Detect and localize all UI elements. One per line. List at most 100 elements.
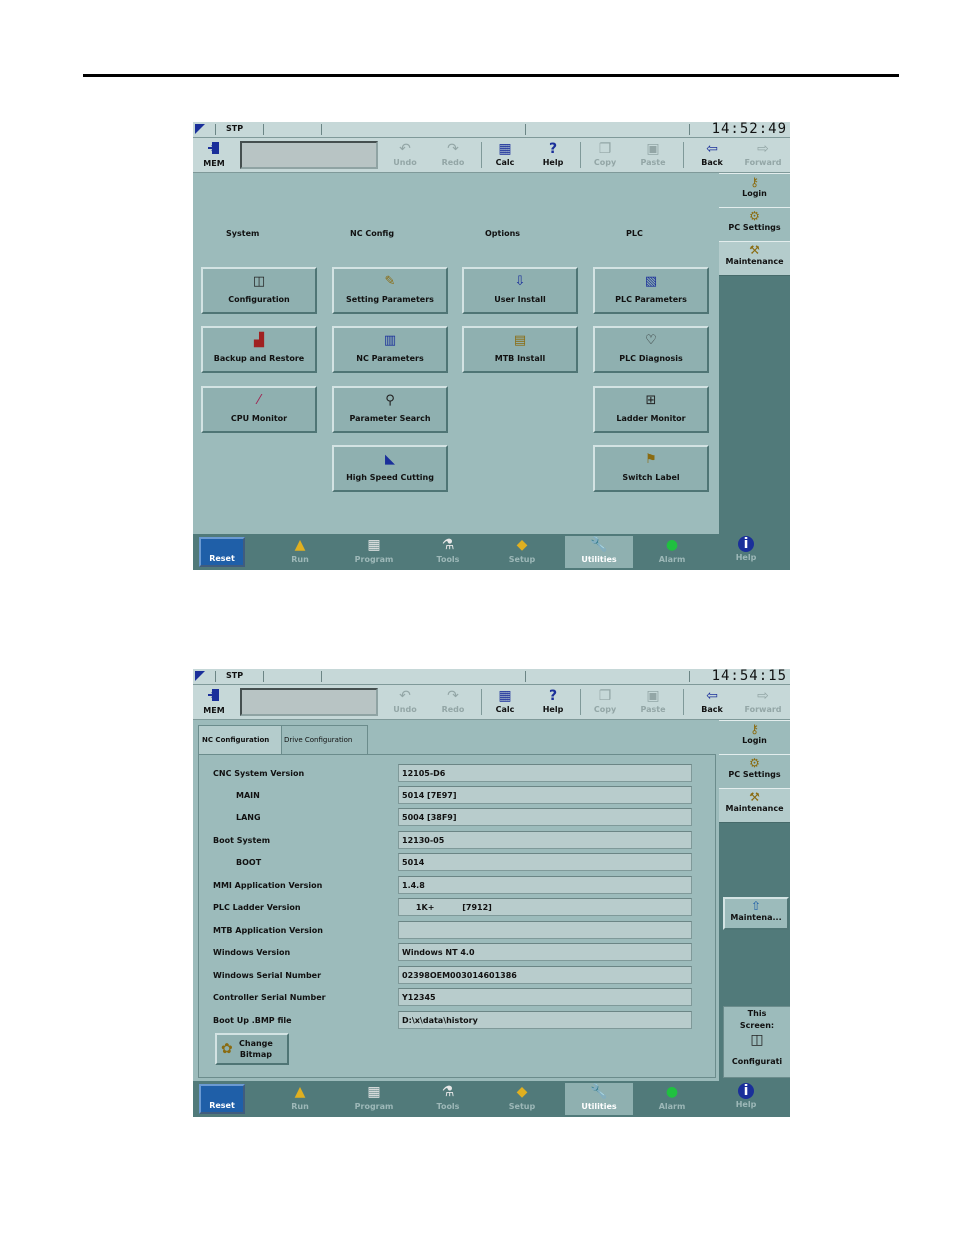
back-button[interactable]: ⇦ Back xyxy=(690,140,734,170)
setup-icon: ◆ xyxy=(516,1084,528,1100)
alarm-label: Alarm xyxy=(658,1102,686,1111)
status-divider xyxy=(321,671,322,682)
header-options: Options xyxy=(485,229,521,238)
row-value: 5004 [38F9] xyxy=(398,808,692,826)
login-button[interactable]: ⚷ Login xyxy=(719,720,790,755)
pen-icon: ✎ xyxy=(384,274,396,289)
reset-button[interactable]: Reset xyxy=(199,537,245,567)
magnifier-icon: ⚲ xyxy=(385,393,395,408)
nav-program[interactable]: ▦ Program xyxy=(343,1083,405,1115)
help-nav-label: Help xyxy=(735,553,757,562)
command-input[interactable] xyxy=(240,688,378,716)
nav-tools[interactable]: ⚗ Tools xyxy=(417,536,479,568)
tab-drive-configuration[interactable]: Drive Configuration xyxy=(280,725,368,754)
help-button[interactable]: ? Help xyxy=(531,140,575,170)
nav-program[interactable]: ▦ Program xyxy=(343,536,405,568)
plc-parameters-button[interactable]: ▧ PLC Parameters xyxy=(593,267,709,314)
mem-icon xyxy=(208,689,219,701)
high-speed-cutting-button[interactable]: ◣ High Speed Cutting xyxy=(332,445,448,492)
undo-button[interactable]: ↶ Undo xyxy=(383,140,427,170)
this-screen-label: This xyxy=(747,1009,767,1018)
login-button[interactable]: ⚷ Login xyxy=(719,173,790,208)
copy-button[interactable]: ❐ Copy xyxy=(583,687,627,717)
info-icon: i xyxy=(738,536,754,552)
mem-button[interactable]: MEM xyxy=(197,140,231,170)
redo-icon: ↷ xyxy=(447,688,459,704)
mem-label: MEM xyxy=(203,706,225,715)
forward-button[interactable]: ⇨ Forward xyxy=(741,687,785,717)
user-install-button[interactable]: ⇩ User Install xyxy=(462,267,578,314)
maintenance-up-button[interactable]: ⇧ Maintena... xyxy=(723,897,789,930)
row-label: Windows Serial Number xyxy=(213,971,322,980)
forward-button[interactable]: ⇨ Forward xyxy=(741,140,785,170)
setting-parameters-button[interactable]: ✎ Setting Parameters xyxy=(332,267,448,314)
change-bitmap-button[interactable]: ✿ Change Bitmap xyxy=(215,1033,289,1065)
nav-utilities[interactable]: 🔧 Utilities xyxy=(565,536,633,568)
switch-label-label: Switch Label xyxy=(622,473,680,482)
redo-button[interactable]: ↷ Redo xyxy=(431,687,475,717)
row-label: LANG xyxy=(236,813,261,822)
paste-button[interactable]: ▣ Paste xyxy=(631,140,675,170)
command-input[interactable] xyxy=(240,141,378,169)
calc-button[interactable]: ▦ Calc xyxy=(483,687,527,717)
ladder-icon: ⊞ xyxy=(645,393,657,408)
nav-help[interactable]: i Help xyxy=(715,1083,777,1115)
toolbar: MEM ↶ Undo ↷ Redo ▦ Calc ? Help ❐ Copy ▣ Paste… xyxy=(193,138,790,173)
maintenance-button[interactable]: ⚒ Maintenance xyxy=(719,241,790,276)
undo-label: Undo xyxy=(393,705,417,714)
status-divider xyxy=(525,671,526,682)
pc-settings-button[interactable]: ⚙ PC Settings xyxy=(719,754,790,789)
row-label: Boot System xyxy=(213,836,271,845)
nav-tools[interactable]: ⚗ Tools xyxy=(417,1083,479,1115)
nav-setup[interactable]: ◆ Setup xyxy=(491,536,553,568)
help-button[interactable]: ? Help xyxy=(531,687,575,717)
calc-button[interactable]: ▦ Calc xyxy=(483,140,527,170)
nav-help[interactable]: i Help xyxy=(715,536,777,568)
nav-run[interactable]: ▲ Run xyxy=(269,536,331,568)
setup-label: Setup xyxy=(508,1102,536,1111)
mode-indicator: STP xyxy=(226,671,244,680)
utilities-label: Utilities xyxy=(581,1102,617,1111)
nc-parameters-button[interactable]: ▥ NC Parameters xyxy=(332,326,448,373)
parameter-search-label: Parameter Search xyxy=(349,414,431,423)
alarm-label: Alarm xyxy=(658,555,686,564)
mem-icon xyxy=(208,142,219,154)
mtb-install-button[interactable]: ▤ MTB Install xyxy=(462,326,578,373)
row-value: Y12345 xyxy=(398,988,692,1006)
switch-label-button[interactable]: ⚑ Switch Label xyxy=(593,445,709,492)
pc-settings-button[interactable]: ⚙ PC Settings xyxy=(719,207,790,242)
paste-label: Paste xyxy=(640,158,666,167)
nav-utilities[interactable]: 🔧 Utilities xyxy=(565,1083,633,1115)
nav-alarm[interactable]: ● Alarm xyxy=(641,536,703,568)
row-label: PLC Ladder Version xyxy=(213,903,301,912)
parameter-search-button[interactable]: ⚲ Parameter Search xyxy=(332,386,448,433)
redo-button[interactable]: ↷ Redo xyxy=(431,140,475,170)
nav-alarm[interactable]: ● Alarm xyxy=(641,1083,703,1115)
palette-icon: ✿ xyxy=(221,1041,233,1057)
mem-button[interactable]: MEM xyxy=(197,687,231,717)
reset-button[interactable]: Reset xyxy=(199,1084,245,1114)
run-label: Run xyxy=(291,555,309,564)
backup-restore-button[interactable]: ▟ Backup and Restore xyxy=(201,326,317,373)
toolbar-divider xyxy=(580,689,581,715)
program-icon: ▦ xyxy=(367,537,381,553)
toolbar-divider xyxy=(481,689,482,715)
key-icon: ⚷ xyxy=(750,175,759,189)
configuration-button[interactable]: ◫ Configuration xyxy=(201,267,317,314)
status-divider xyxy=(263,124,264,135)
nav-run[interactable]: ▲ Run xyxy=(269,1083,331,1115)
ladder-monitor-button[interactable]: ⊞ Ladder Monitor xyxy=(593,386,709,433)
nav-setup[interactable]: ◆ Setup xyxy=(491,1083,553,1115)
undo-button[interactable]: ↶ Undo xyxy=(383,687,427,717)
cpu-monitor-button[interactable]: ⁄ CPU Monitor xyxy=(201,386,317,433)
setup-label: Setup xyxy=(508,555,536,564)
row-value: 5014 [7E97] xyxy=(398,786,692,804)
tab-nc-configuration[interactable]: NC Configuration xyxy=(198,725,282,754)
copy-button[interactable]: ❐ Copy xyxy=(583,140,627,170)
paste-button[interactable]: ▣ Paste xyxy=(631,687,675,717)
row-value: 1K+ [7912] xyxy=(398,898,692,916)
back-button[interactable]: ⇦ Back xyxy=(690,687,734,717)
tools-icon: ⚗ xyxy=(441,537,455,553)
maintenance-button[interactable]: ⚒ Maintenance xyxy=(719,788,790,823)
plc-diagnosis-button[interactable]: ♡ PLC Diagnosis xyxy=(593,326,709,373)
